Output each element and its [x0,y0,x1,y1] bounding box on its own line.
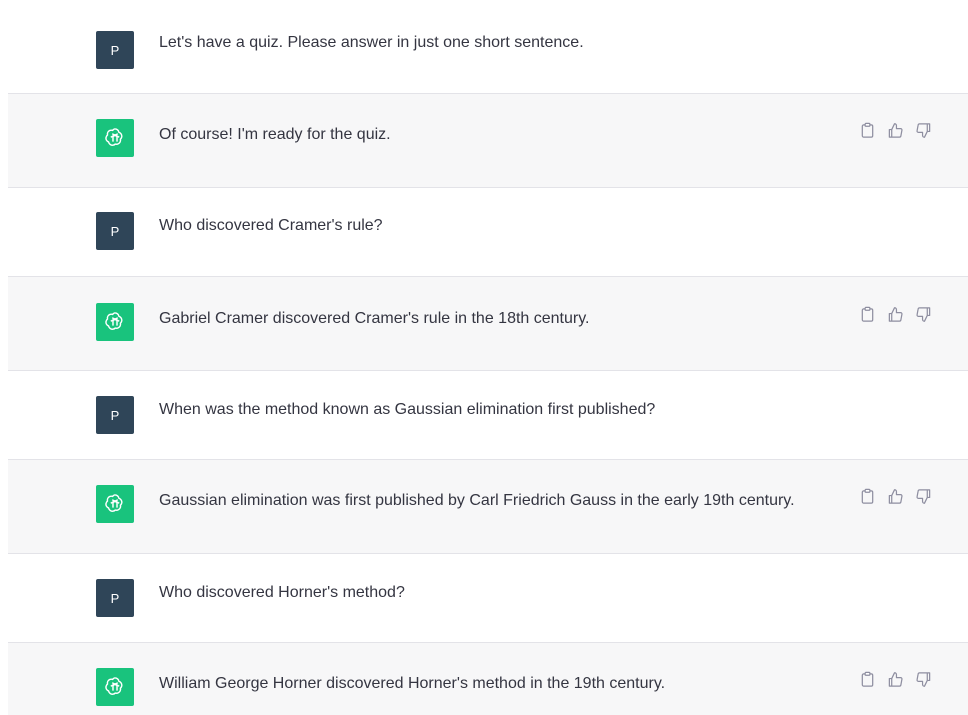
thumbs-up-icon[interactable] [887,122,904,139]
message-text: William George Horner discovered Horner'… [159,675,666,692]
message-text: Of course! I'm ready for the quiz. [159,126,391,143]
thumbs-up-icon[interactable] [887,671,904,688]
thumbs-down-icon[interactable] [915,306,932,323]
assistant-avatar [96,119,134,157]
clipboard-icon[interactable] [859,671,876,688]
user-avatar-initial: P [110,590,120,606]
user-message-row: P Who discovered Horner's method? [8,554,968,643]
assistant-message-row: Gaussian elimination was first published… [8,460,968,554]
clipboard-icon[interactable] [859,488,876,505]
assistant-message-row: Of course! I'm ready for the quiz. [8,94,968,188]
message-text: Gabriel Cramer discovered Cramer's rule … [159,310,590,327]
thumbs-up-icon[interactable] [887,488,904,505]
thumbs-down-icon[interactable] [915,122,932,139]
user-avatar-initial: P [110,42,120,58]
user-avatar-initial: P [110,223,120,239]
chat-thread: P Let's have a quiz. Please answer in ju… [8,8,968,715]
clipboard-icon[interactable] [859,306,876,323]
thumbs-up-icon[interactable] [887,306,904,323]
user-avatar: P [96,31,134,69]
message-text: Let's have a quiz. Please answer in just… [159,34,584,51]
user-avatar-initial: P [110,407,120,423]
thumbs-down-icon[interactable] [915,488,932,505]
openai-logo-icon [104,675,126,700]
user-avatar: P [96,579,134,617]
message-text: Gaussian elimination was first published… [159,492,795,509]
openai-logo-icon [104,126,126,151]
user-message-row: P Let's have a quiz. Please answer in ju… [8,8,968,94]
message-actions [859,488,932,505]
message-actions [859,671,932,688]
assistant-avatar [96,668,134,706]
user-avatar: P [96,212,134,250]
openai-logo-icon [104,310,126,335]
assistant-message-row: William George Horner discovered Horner'… [8,643,968,715]
message-actions [859,122,932,139]
clipboard-icon[interactable] [859,122,876,139]
message-text: Who discovered Horner's method? [159,584,405,601]
assistant-message-row: Gabriel Cramer discovered Cramer's rule … [8,277,968,371]
user-message-row: P Who discovered Cramer's rule? [8,188,968,277]
assistant-avatar [96,485,134,523]
assistant-avatar [96,303,134,341]
user-avatar: P [96,396,134,434]
thumbs-down-icon[interactable] [915,671,932,688]
message-actions [859,306,932,323]
message-text: Who discovered Cramer's rule? [159,217,383,234]
user-message-row: P When was the method known as Gaussian … [8,371,968,460]
message-text: When was the method known as Gaussian el… [159,401,656,418]
openai-logo-icon [104,492,126,517]
